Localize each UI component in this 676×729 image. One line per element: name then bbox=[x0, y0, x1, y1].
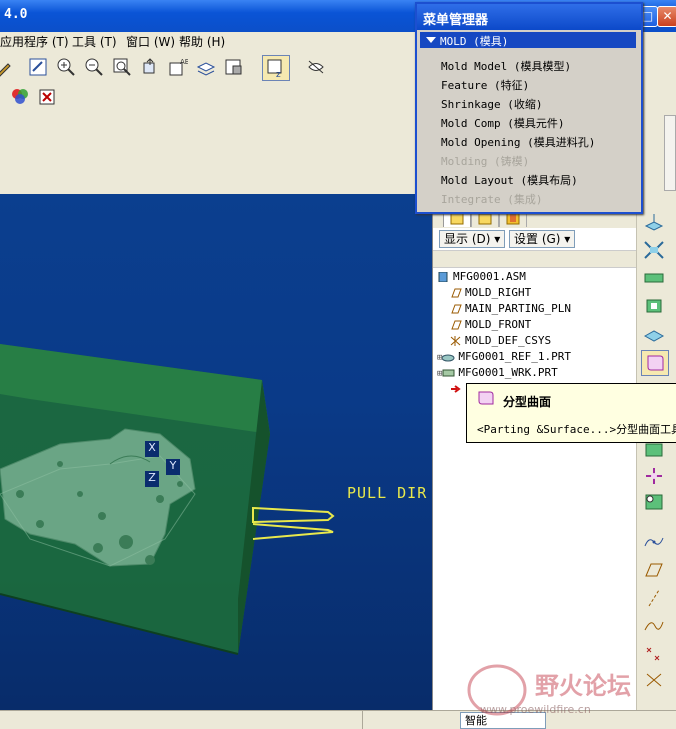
tree-item-root[interactable]: MFG0001.ASM bbox=[437, 270, 526, 283]
menu-tools[interactable]: 工具 (T) bbox=[72, 33, 117, 50]
datum-plane-icon bbox=[451, 320, 462, 330]
graphics-viewport[interactable]: X Y Z bbox=[0, 194, 432, 710]
tree-item-label: MAIN_PARTING_PLN bbox=[465, 302, 571, 315]
parting-surface-icon bbox=[478, 391, 494, 405]
parting-surface-tooltip: 分型曲面 <Parting &Surface...>分型曲面工具 bbox=[466, 383, 676, 443]
csys-z-label: Z bbox=[145, 471, 159, 487]
show-dropdown[interactable]: 显示 (D) ▾ bbox=[439, 230, 506, 248]
svg-text:AB: AB bbox=[180, 58, 188, 66]
layers-icon[interactable] bbox=[196, 57, 216, 77]
tree-item-workpiece[interactable]: ⊞ MFG0001_WRK.PRT bbox=[437, 366, 558, 379]
edit-icon[interactable] bbox=[0, 58, 14, 78]
menu-item-mold-comp[interactable]: Mold Comp (模具元件) bbox=[441, 115, 564, 131]
menu-item-mold-model[interactable]: Mold Model (模具模型) bbox=[441, 58, 571, 74]
tree-item-main-parting-pln[interactable]: MAIN_PARTING_PLN bbox=[449, 302, 571, 315]
sketch-icon[interactable] bbox=[643, 532, 665, 552]
tree-item-label: MOLD_DEF_CSYS bbox=[465, 334, 552, 347]
cutting-tool-icon[interactable] bbox=[643, 296, 665, 316]
pull-direction-label: PULL DIR bbox=[347, 484, 428, 502]
csys-x-label: X bbox=[145, 441, 159, 457]
datum-axis-icon[interactable] bbox=[643, 588, 665, 608]
close-button[interactable]: ✕ bbox=[657, 6, 676, 27]
assembly-icon bbox=[438, 272, 448, 282]
menu-item-shrinkage[interactable]: Shrinkage (收缩) bbox=[441, 96, 542, 112]
collapse-arrow-icon bbox=[426, 37, 436, 43]
datum-curve-icon[interactable] bbox=[643, 616, 665, 636]
menu-manager: 菜单管理器 MOLD (模具) Mold Model (模具模型) Featur… bbox=[415, 2, 643, 214]
menu-item-mold-opening[interactable]: Mold Opening (模具进料孔) bbox=[441, 134, 595, 150]
hidden-line-icon[interactable] bbox=[306, 57, 326, 77]
window-title: 4.0 bbox=[4, 7, 28, 22]
datum-plane-tool-icon[interactable] bbox=[643, 560, 665, 580]
menu-manager-header[interactable]: MOLD (模具) bbox=[420, 32, 636, 48]
graphics-window-header bbox=[0, 111, 432, 194]
workpiece-icon bbox=[442, 369, 455, 377]
zoom-window-icon[interactable] bbox=[112, 57, 132, 77]
watermark-text: 野火论坛 bbox=[535, 672, 631, 700]
extract-icon[interactable] bbox=[643, 268, 665, 288]
tree-item-mold-def-csys[interactable]: MOLD_DEF_CSYS bbox=[449, 334, 551, 347]
saved-views-icon[interactable]: AB bbox=[168, 57, 188, 77]
refit-icon[interactable] bbox=[28, 57, 48, 77]
datum-plane-icon bbox=[451, 304, 462, 314]
tooltip-title: 分型曲面 bbox=[503, 395, 552, 409]
zoom-in-icon[interactable] bbox=[56, 57, 76, 77]
reorient-icon[interactable] bbox=[140, 57, 160, 77]
color-appearance-icon[interactable] bbox=[10, 87, 30, 107]
parting-surface-tool-icon bbox=[647, 355, 664, 371]
tree-item-label: MOLD_FRONT bbox=[465, 318, 532, 331]
tree-item-label: MFG0001_REF_1.PRT bbox=[458, 350, 572, 363]
menu-manager-title: 菜单管理器 bbox=[423, 13, 489, 28]
tooltip-description: <Parting &Surface...>分型曲面工具 bbox=[477, 423, 676, 436]
menu-help[interactable]: 帮助 (H) bbox=[179, 33, 225, 50]
skirt-surface-icon[interactable] bbox=[643, 440, 665, 460]
watermark-url: www.proewildfire.cn bbox=[480, 703, 591, 716]
parting-surface-icon[interactable] bbox=[643, 324, 665, 344]
tree-item-mold-right[interactable]: MOLD_RIGHT bbox=[449, 286, 531, 299]
status-divider bbox=[362, 711, 363, 729]
tree-column-header bbox=[433, 250, 637, 268]
trim-icon[interactable] bbox=[643, 466, 665, 486]
menu-manager-title-bar: 菜单管理器 bbox=[417, 4, 641, 30]
close-window-icon[interactable] bbox=[38, 88, 58, 108]
menu-item-mold-layout[interactable]: Mold Layout (模具布局) bbox=[441, 172, 578, 188]
datum-point-icon[interactable] bbox=[643, 644, 665, 664]
parting-surface-tool-button[interactable] bbox=[641, 350, 669, 376]
insert-here-arrow-icon bbox=[451, 382, 461, 393]
mold-model-graphic bbox=[0, 344, 335, 655]
spin-center-toggle[interactable]: z bbox=[262, 55, 290, 81]
view-manager-icon[interactable] bbox=[224, 57, 244, 77]
forum-watermark-logo: 野火论坛 bbox=[467, 664, 631, 716]
tree-item-ref-part[interactable]: ⊞ MFG0001_REF_1.PRT bbox=[437, 350, 571, 363]
part-icon bbox=[442, 354, 455, 362]
csys-icon bbox=[450, 336, 461, 346]
menu-applications[interactable]: 应用程序 (T) bbox=[0, 33, 69, 50]
spin-center-icon: z bbox=[267, 59, 282, 78]
menu-window[interactable]: 窗口 (W) bbox=[126, 33, 175, 50]
menu-manager-header-label: MOLD (模具) bbox=[440, 35, 509, 48]
tree-item-label: MOLD_RIGHT bbox=[465, 286, 532, 299]
tree-item-label: MFG0001.ASM bbox=[453, 270, 526, 283]
datum-plane-icon bbox=[451, 288, 462, 298]
tree-item-label: MFG0001_WRK.PRT bbox=[458, 366, 558, 379]
split-volume-icon[interactable] bbox=[643, 240, 665, 260]
mold-opening-icon[interactable] bbox=[643, 492, 665, 512]
menu-item-integrate: Integrate (集成) bbox=[441, 193, 543, 206]
zoom-out-icon[interactable] bbox=[84, 57, 104, 77]
mold-volume-icon[interactable] bbox=[643, 212, 665, 232]
right-feature-toolbar bbox=[636, 194, 676, 710]
menu-item-molding: Molding (铸模) bbox=[441, 155, 530, 168]
settings-dropdown[interactable]: 设置 (G) ▾ bbox=[509, 230, 576, 248]
tree-item-mold-front[interactable]: MOLD_FRONT bbox=[449, 318, 531, 331]
model-tree-panel: 显示 (D) ▾ 设置 (G) ▾ MFG0001.ASM MOLD_RIGHT… bbox=[432, 194, 637, 710]
coordinate-system-icon[interactable] bbox=[643, 670, 665, 690]
toolbar-scrollbar[interactable] bbox=[664, 115, 676, 191]
svg-text:z: z bbox=[276, 70, 281, 78]
menu-item-feature[interactable]: Feature (特征) bbox=[441, 77, 529, 93]
csys-y-label: Y bbox=[166, 459, 180, 475]
